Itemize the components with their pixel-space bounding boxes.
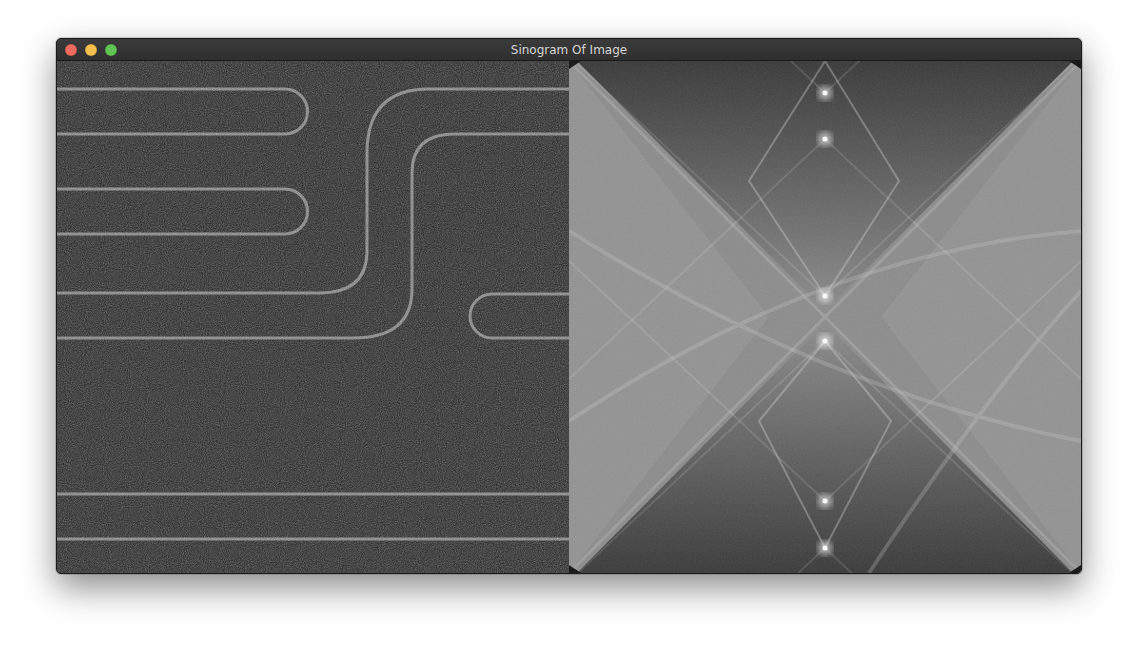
desktop: Sinogram Of Image (0, 0, 1136, 646)
close-button[interactable] (65, 44, 77, 56)
window-title: Sinogram Of Image (511, 42, 627, 58)
image-content (57, 61, 1081, 573)
sinogram-image (569, 61, 1081, 573)
title-bar[interactable]: Sinogram Of Image (57, 39, 1081, 61)
window-controls (65, 44, 511, 56)
source-image (57, 61, 569, 573)
minimize-button[interactable] (85, 44, 97, 56)
zoom-button[interactable] (105, 44, 117, 56)
app-window: Sinogram Of Image (56, 38, 1082, 574)
